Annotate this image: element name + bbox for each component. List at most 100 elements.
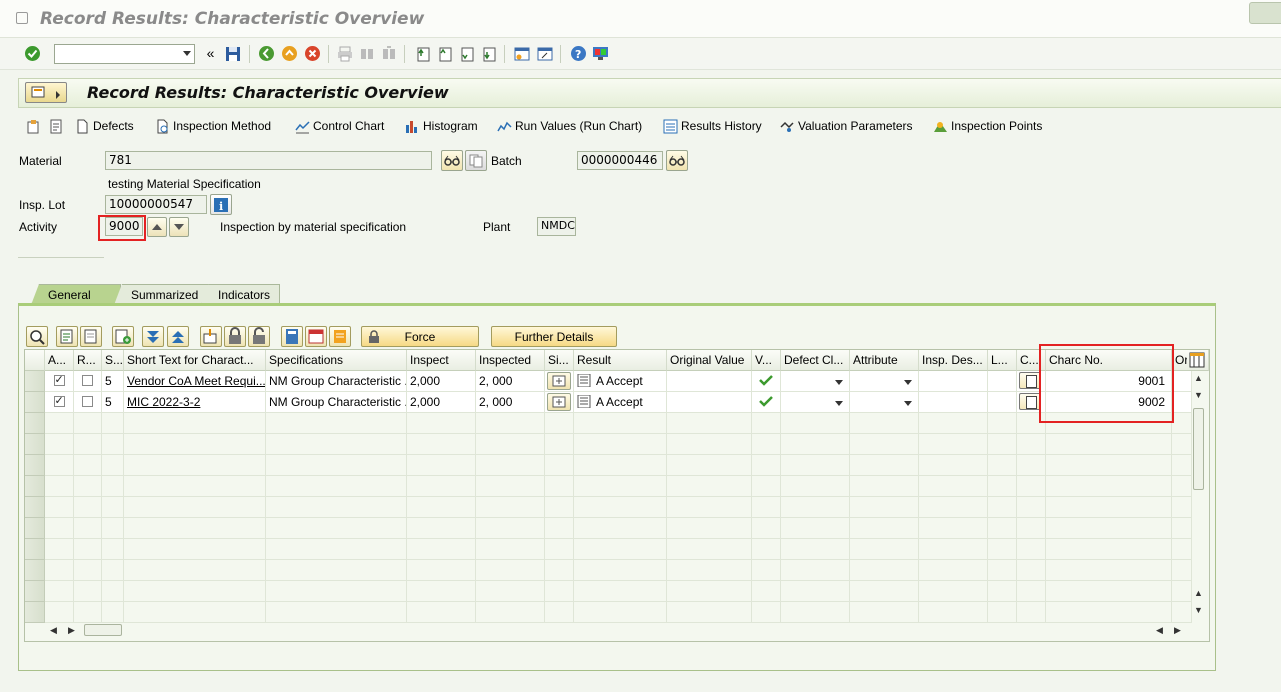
table-cell[interactable] — [545, 371, 574, 392]
command-field[interactable] — [54, 44, 195, 64]
row-selector[interactable] — [25, 413, 45, 434]
next-page-icon[interactable] — [458, 45, 475, 62]
column-header[interactable]: S... — [102, 350, 124, 371]
window-control-tab[interactable] — [1249, 2, 1281, 24]
control-chart-button[interactable]: Control Chart — [295, 118, 384, 134]
scroll-down-icon[interactable]: ▼ — [1194, 390, 1203, 400]
column-header[interactable]: Original Value — [667, 350, 752, 371]
checkbox[interactable] — [53, 373, 65, 386]
previous-page-icon[interactable] — [436, 45, 453, 62]
column-header[interactable]: Specifications — [266, 350, 407, 371]
checkbox[interactable] — [82, 396, 93, 407]
table-cell[interactable] — [74, 371, 102, 392]
scroll-left-icon[interactable]: ◀ — [1156, 625, 1163, 636]
inspection-method-button[interactable]: Inspection Method — [155, 118, 271, 134]
run-chart-button[interactable]: Run Values (Run Chart) — [497, 118, 642, 134]
activity-down-button[interactable] — [169, 217, 189, 237]
scroll-right-icon[interactable]: ▶ — [1174, 625, 1181, 636]
long-text-icon[interactable] — [1019, 393, 1041, 410]
material-display-button[interactable] — [441, 150, 463, 171]
add-row-button[interactable] — [112, 326, 134, 347]
scroll-thumb[interactable] — [1193, 408, 1204, 490]
attribute-dropdown[interactable] — [850, 371, 919, 392]
row-selector[interactable] — [25, 392, 45, 413]
scroll-up-icon[interactable]: ▲ — [1194, 373, 1203, 383]
row-selector[interactable] — [25, 434, 45, 455]
table-cell[interactable] — [988, 371, 1017, 392]
short-text-link[interactable]: MIC 2022-3-2 — [124, 392, 266, 413]
table-cell[interactable]: A Accept — [574, 371, 667, 392]
column-header[interactable]: V... — [752, 350, 781, 371]
single-result-button[interactable] — [547, 372, 571, 390]
defect-class-dropdown[interactable] — [781, 371, 850, 392]
table-cell[interactable] — [45, 392, 74, 413]
find-next-icon[interactable] — [380, 45, 397, 62]
activity-up-button[interactable] — [147, 217, 167, 237]
first-page-icon[interactable] — [414, 45, 431, 62]
enter-icon[interactable] — [24, 45, 41, 62]
collapse-icon[interactable]: « — [202, 44, 219, 61]
table-cell[interactable] — [74, 392, 102, 413]
column-settings-button[interactable] — [1187, 350, 1209, 371]
row-selector[interactable] — [25, 371, 45, 392]
column-header[interactable]: Result — [574, 350, 667, 371]
last-page-icon[interactable] — [480, 45, 497, 62]
plant-field[interactable]: NMDC — [537, 217, 576, 236]
table-cell[interactable]: A Accept — [574, 392, 667, 413]
further-details-button[interactable]: Further Details — [491, 326, 617, 347]
cancel-icon[interactable] — [304, 45, 321, 62]
help-icon[interactable]: ? — [570, 45, 587, 62]
calendar-button[interactable] — [305, 326, 327, 347]
grid-corner[interactable] — [25, 350, 45, 371]
scroll-left-icon[interactable]: ◀ — [50, 625, 57, 636]
column-header[interactable]: Defect Cl... — [781, 350, 850, 371]
column-header[interactable]: Inspect — [407, 350, 476, 371]
details-button[interactable] — [26, 326, 48, 347]
chevron-down-icon[interactable] — [835, 401, 843, 406]
column-header[interactable]: L... — [988, 350, 1017, 371]
deselect-all-button[interactable] — [80, 326, 102, 347]
row-selector[interactable] — [25, 476, 45, 497]
column-header[interactable]: Insp. Des... — [919, 350, 988, 371]
checkbox[interactable] — [82, 375, 93, 386]
batch-display-button[interactable] — [666, 150, 688, 171]
row-selector[interactable] — [25, 518, 45, 539]
defects-button[interactable]: Defects — [75, 118, 134, 134]
row-selector[interactable] — [25, 497, 45, 518]
horizontal-scrollbar[interactable]: ◀ ▶ ◀ ▶ — [44, 623, 1194, 639]
table-cell[interactable] — [919, 392, 988, 413]
insp-lot-field[interactable]: 10000000547 — [105, 195, 207, 214]
insert-button[interactable] — [200, 326, 222, 347]
tab-general[interactable]: General — [31, 284, 121, 305]
table-cell[interactable] — [545, 392, 574, 413]
other-lot-button[interactable] — [26, 118, 41, 134]
row-selector[interactable] — [25, 539, 45, 560]
long-text-icon[interactable] — [1019, 372, 1041, 389]
chevron-down-icon[interactable] — [835, 380, 843, 385]
short-text-link[interactable]: Vendor CoA Meet Requi... — [124, 371, 266, 392]
batch-field[interactable]: 0000000446 — [577, 151, 663, 170]
save-icon[interactable] — [224, 45, 241, 62]
find-icon[interactable] — [358, 45, 375, 62]
material-copy-button[interactable] — [465, 150, 487, 171]
exit-icon[interactable] — [281, 45, 298, 62]
tab-summarized[interactable]: Summarized — [114, 284, 212, 305]
chevron-down-icon[interactable] — [904, 401, 912, 406]
tab-indicators[interactable]: Indicators — [201, 284, 280, 305]
table-cell[interactable] — [667, 392, 752, 413]
scroll-up-icon[interactable]: ▲ — [1194, 588, 1203, 598]
other-characteristic-button[interactable] — [48, 118, 63, 134]
chevron-down-icon[interactable] — [904, 380, 912, 385]
column-header[interactable]: Short Text for Charact... — [124, 350, 266, 371]
create-session-icon[interactable] — [513, 45, 530, 62]
table-cell[interactable]: 2, 000 — [476, 371, 545, 392]
info-button[interactable]: i — [210, 194, 232, 215]
sort-descending-button[interactable] — [142, 326, 164, 347]
material-field[interactable]: 781 — [105, 151, 432, 170]
chevron-down-icon[interactable] — [183, 51, 191, 56]
column-header[interactable]: Si... — [545, 350, 574, 371]
results-history-button[interactable]: Results History — [663, 118, 762, 134]
menu-toggle-button[interactable] — [25, 82, 67, 103]
single-result-button[interactable] — [547, 393, 571, 411]
table-cell[interactable] — [919, 371, 988, 392]
